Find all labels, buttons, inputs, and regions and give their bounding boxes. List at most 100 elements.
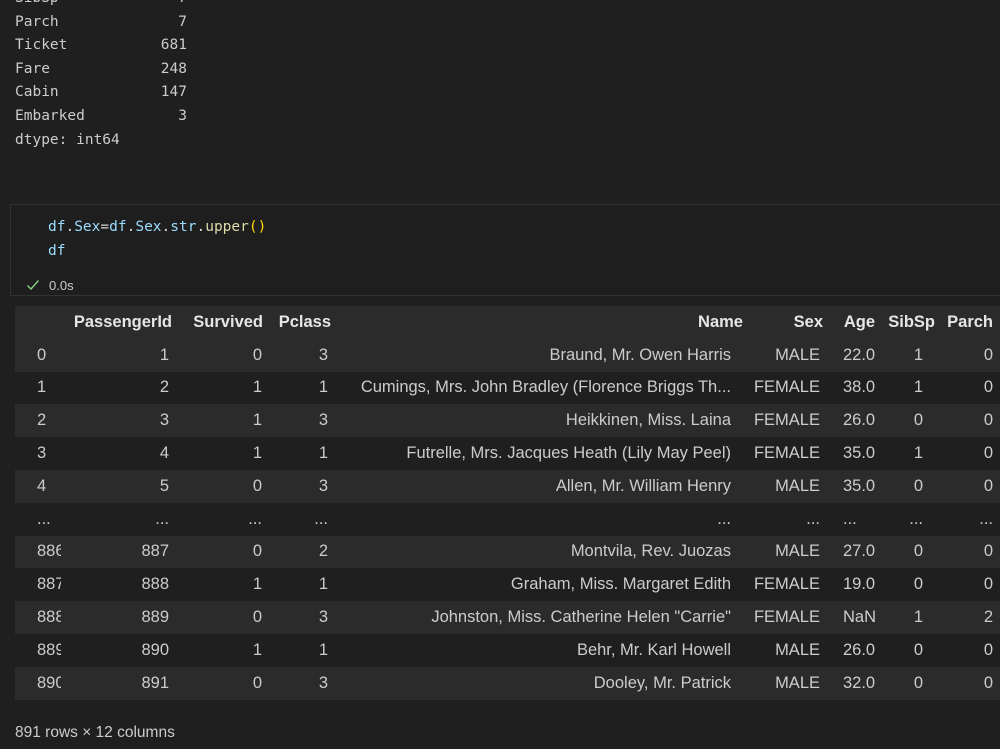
table-cell: ...	[338, 502, 750, 536]
series-dtype: dtype: int64	[15, 131, 120, 148]
previous-cell-output: SibSp7Parch7Ticket681Fare248Cabin147Emba…	[0, 0, 1000, 200]
dataframe-shape: 891 rows × 12 columns	[15, 724, 175, 741]
code-token: Sex	[135, 219, 162, 235]
table-row: 890 891 0 3 Dooley, Mr. Patrick MALE 32.0 0 0	[15, 666, 1000, 700]
table-cell: 32.0	[830, 666, 882, 700]
column-header: Survived	[179, 306, 270, 339]
table-cell: 27.0	[830, 535, 882, 569]
code-editor[interactable]: df.Sex=df.Sex.str.upper() df	[11, 205, 1000, 271]
table-cell: 1	[270, 633, 338, 667]
table-cell: 3	[61, 404, 179, 438]
series-name: SibSp	[15, 0, 133, 11]
row-index: 887	[15, 568, 61, 602]
row-index: 2	[15, 404, 61, 438]
code-line-2[interactable]: df	[48, 243, 65, 259]
table-cell: MALE	[750, 633, 830, 667]
table-cell: 887	[61, 535, 179, 569]
table-cell: 5	[61, 469, 179, 503]
table-cell: 26.0	[830, 404, 882, 438]
table-cell: 890	[61, 633, 179, 667]
table-row: 0 1 0 3 Braund, Mr. Owen Harris MALE 22.0 1 0	[15, 338, 1000, 372]
table-cell: ...	[882, 502, 942, 536]
table-cell: 0	[942, 568, 1000, 602]
code-token: .	[161, 219, 171, 235]
table-cell: FEMALE	[750, 404, 830, 438]
table-cell: 0	[882, 568, 942, 602]
table-cell: ...	[830, 502, 882, 536]
row-index: 889	[15, 633, 61, 667]
table-cell: 1	[882, 371, 942, 405]
table-cell: Johnston, Miss. Catherine Helen "Carrie"	[338, 601, 750, 634]
table-row: 888 889 0 3 Johnston, Miss. Catherine Helen …	[15, 601, 1000, 634]
row-index: 0	[15, 338, 61, 372]
table-cell: 1	[179, 437, 270, 470]
table-cell: 0	[942, 469, 1000, 503]
series-line: Ticket 681	[15, 34, 187, 58]
table-cell: MALE	[750, 338, 830, 372]
table-cell: 0	[942, 437, 1000, 470]
table-cell: 3	[270, 666, 338, 700]
column-header: Name	[338, 306, 750, 339]
table-cell: 0	[179, 601, 270, 634]
table-cell: 1	[61, 338, 179, 372]
row-index: 3	[15, 437, 61, 470]
code-line-1[interactable]: df.Sex=df.Sex.str.upper()	[48, 219, 266, 235]
table-cell: Heikkinen, Miss. Laina	[338, 404, 750, 438]
table-cell: 19.0	[830, 568, 882, 602]
execution-time: 0.0s	[49, 277, 74, 293]
table-cell: MALE	[750, 535, 830, 569]
code-token: =	[100, 219, 110, 235]
series-line: Fare 248	[15, 58, 187, 82]
table-row: 4 5 0 3 Allen, Mr. William Henry MALE 35.0 0 0	[15, 469, 1000, 503]
column-header: Age	[830, 306, 882, 339]
table-cell: 3	[270, 601, 338, 634]
table-cell: 0	[179, 535, 270, 569]
table-cell: MALE	[750, 469, 830, 503]
table-cell: 0	[942, 535, 1000, 569]
code-token: .	[196, 219, 206, 235]
code-token: df	[109, 219, 127, 235]
dataframe-output: PassengerId Survived Pclass Name Sex Age SibSp…	[0, 306, 1000, 749]
dataframe-table: PassengerId Survived Pclass Name Sex Age SibSp…	[15, 306, 1000, 700]
table-cell: 889	[61, 601, 179, 634]
series-line: SibSp7	[15, 0, 187, 11]
table-cell: NaN	[830, 601, 882, 634]
table-cell: Behr, Mr. Karl Howell	[338, 633, 750, 667]
table-cell: 0	[882, 633, 942, 667]
table-cell: 0	[942, 371, 1000, 405]
table-row: 3 4 1 1 Futrelle, Mrs. Jacques Heath (Lily M…	[15, 437, 1000, 470]
table-cell: 1	[882, 437, 942, 470]
table-header-row: PassengerId Survived Pclass Name Sex Age SibSp…	[15, 306, 1000, 339]
table-cell: FEMALE	[750, 437, 830, 470]
table-row: 887 888 1 1 Graham, Miss. Margaret Edith FEMA…	[15, 568, 1000, 602]
row-index: ...	[15, 502, 61, 536]
table-cell: 1	[179, 633, 270, 667]
code-token: Sex	[74, 219, 101, 235]
series-name: Fare	[15, 60, 50, 77]
table-cell: MALE	[750, 666, 830, 700]
code-token: ()	[248, 219, 267, 235]
table-cell: 1	[882, 338, 942, 372]
series-name: Embarked	[15, 107, 85, 124]
table-row: 1 2 1 1 Cumings, Mrs. John Bradley (Florence…	[15, 371, 1000, 405]
table-cell: 26.0	[830, 633, 882, 667]
series-value: 3	[178, 107, 187, 124]
series-name: Cabin	[15, 84, 59, 101]
cell-execution-status: 0.0s	[25, 275, 74, 295]
row-index: 888	[15, 601, 61, 634]
series-name: Ticket	[15, 37, 68, 54]
table-cell: Braund, Mr. Owen Harris	[338, 338, 750, 372]
table-cell: 0	[179, 338, 270, 372]
table-cell: 22.0	[830, 338, 882, 372]
table-cell: FEMALE	[750, 601, 830, 634]
table-cell: 4	[61, 437, 179, 470]
table-cell: 3	[270, 338, 338, 372]
row-index: 886	[15, 535, 61, 569]
code-token: df	[48, 219, 66, 235]
code-token: str	[170, 219, 197, 235]
table-cell: 0	[179, 469, 270, 503]
column-header: Parch	[942, 306, 1000, 339]
code-cell[interactable]: df.Sex=df.Sex.str.upper() df 0.0s	[10, 204, 1000, 296]
table-body: 0 1 0 3 Braund, Mr. Owen Harris MALE 22.0 1 0 1 2 1…	[15, 338, 1000, 700]
code-token: upper	[205, 219, 249, 235]
